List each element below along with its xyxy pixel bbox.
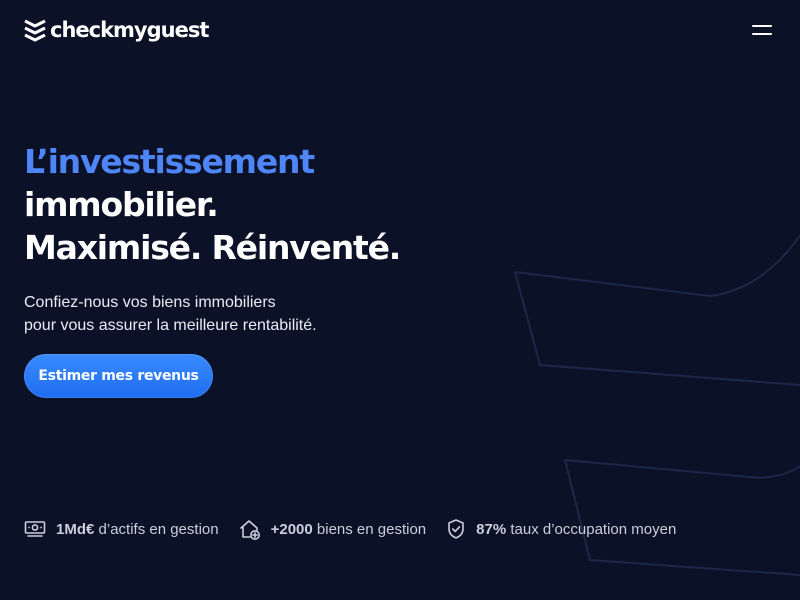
stat-occupancy-value: 87%: [476, 520, 507, 538]
stat-occupancy: 87% taux d’occupation moyen: [446, 518, 676, 540]
headline-line-3: Maximisé. Réinventé.: [24, 228, 401, 267]
menu-bar-top: [752, 25, 772, 27]
menu-bar-bottom: [752, 33, 772, 35]
estimate-revenue-button[interactable]: Estimer mes revenus: [24, 354, 213, 398]
subtitle-line-2: pour vous assurer la meilleure rentabili…: [24, 317, 317, 334]
money-stack-icon: [24, 521, 46, 537]
house-plus-icon: [239, 520, 260, 540]
stat-assets-value: 1Md€: [56, 520, 95, 538]
stat-assets-label: d’actifs en gestion: [98, 520, 219, 538]
hero-headline: L’investissement immobilier. Maximisé. R…: [24, 140, 584, 269]
hero-section: L’investissement immobilier. Maximisé. R…: [24, 140, 584, 337]
stats-bar: 1Md€ d’actifs en gestion +2000 biens en …: [24, 517, 676, 541]
headline-accent: L’investissement: [24, 142, 315, 181]
hamburger-menu-icon[interactable]: [752, 20, 776, 40]
logo[interactable]: checkmyguest: [24, 18, 209, 42]
stat-properties-label: biens en gestion: [316, 520, 427, 538]
stat-properties: +2000 biens en gestion: [239, 518, 427, 540]
headline-line-2: immobilier.: [24, 185, 219, 224]
hero-subtitle: Confiez-nous vos biens immobiliers pour …: [24, 291, 584, 337]
stat-properties-value: +2000: [270, 520, 313, 538]
stat-occupancy-label: taux d’occupation moyen: [510, 520, 677, 538]
site-header: checkmyguest: [24, 16, 776, 44]
stat-occupancy-text: 87% taux d’occupation moyen: [476, 521, 676, 538]
stacked-chevrons-icon: [24, 19, 46, 42]
logo-text: checkmyguest: [50, 18, 209, 42]
stat-properties-text: +2000 biens en gestion: [271, 521, 427, 538]
shield-check-icon: [448, 519, 464, 539]
stat-assets: 1Md€ d’actifs en gestion: [24, 519, 219, 539]
stat-assets-text: 1Md€ d’actifs en gestion: [56, 521, 219, 538]
subtitle-line-1: Confiez-nous vos biens immobiliers: [24, 294, 276, 311]
